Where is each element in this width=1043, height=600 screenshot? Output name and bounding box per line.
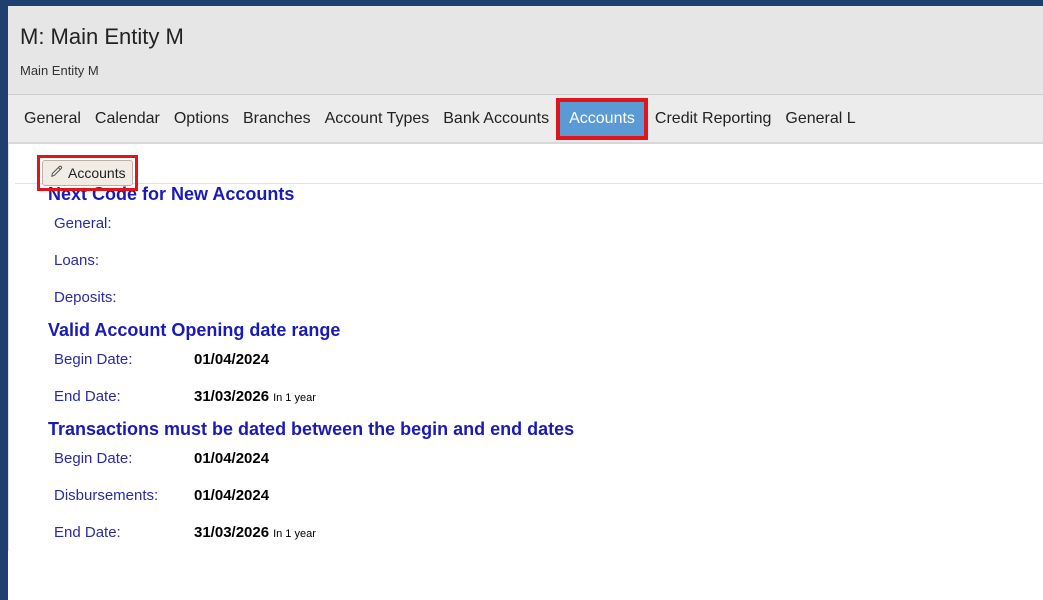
field-value: 01/04/2024 (194, 487, 270, 504)
opening-begin-row: Begin Date: 01/04/2024 (48, 341, 1043, 378)
next-code-row-deposits: Deposits: (48, 279, 1043, 316)
transactions-range-title: Transactions must be dated between the b… (48, 419, 575, 439)
field-label: Begin Date: (54, 450, 133, 467)
window-frame: M: Main Entity M Main Entity M General C… (0, 0, 1043, 600)
tab-options[interactable]: Options (167, 102, 236, 136)
tab-bank-accounts[interactable]: Bank Accounts (436, 102, 556, 136)
edit-button-label: Accounts (68, 165, 126, 181)
edit-accounts-button[interactable]: Accounts (42, 160, 133, 186)
field-label: Begin Date: (54, 351, 133, 368)
next-code-title: Next Code for New Accounts (48, 184, 295, 204)
transactions-end-row: End Date: 31/03/2026 In 1 year (48, 514, 1043, 551)
field-note: In 1 year (273, 528, 316, 540)
opening-range-title: Valid Account Opening date range (48, 320, 341, 340)
transactions-begin-row: Begin Date: 01/04/2024 (48, 440, 1043, 477)
page-title: M: Main Entity M (20, 24, 184, 49)
field-value: 31/03/2026 (194, 524, 270, 541)
transactions-disbursements-row: Disbursements: 01/04/2024 (48, 477, 1043, 514)
entity-header: M: Main Entity M Main Entity M (8, 6, 1043, 95)
tab-account-types[interactable]: Account Types (318, 102, 437, 136)
field-label: End Date: (54, 524, 121, 541)
next-code-row-loans: Loans: (48, 242, 1043, 279)
field-label: End Date: (54, 388, 121, 405)
tab-branches[interactable]: Branches (236, 102, 318, 136)
tab-general[interactable]: General (17, 102, 88, 136)
edit-button-highlight: Accounts (37, 155, 138, 191)
tab-accounts[interactable]: Accounts (556, 97, 648, 140)
field-label: General: (54, 215, 112, 232)
next-code-row-general: General: (48, 205, 1043, 242)
tab-credit-reporting[interactable]: Credit Reporting (648, 102, 779, 136)
tab-calendar[interactable]: Calendar (88, 102, 167, 136)
opening-end-row: End Date: 31/03/2026 In 1 year (48, 378, 1043, 415)
page-subtitle: Main Entity M (20, 63, 99, 78)
field-value: 01/04/2024 (194, 351, 270, 368)
tab-bar: General Calendar Options Branches Accoun… (8, 95, 1043, 144)
field-label: Deposits: (54, 289, 117, 306)
pencil-icon (49, 164, 64, 182)
field-note: In 1 year (273, 392, 316, 404)
accounts-panel: Accounts Next Code for New Accounts Gene… (8, 144, 1043, 551)
tab-general-ledger[interactable]: General L (778, 102, 862, 136)
next-code-section: Next Code for New Accounts General: Loan… (15, 184, 1043, 551)
toolbar: Accounts (15, 144, 1043, 191)
field-value: 01/04/2024 (194, 450, 270, 467)
field-label: Loans: (54, 252, 100, 269)
field-value: 31/03/2026 (194, 388, 270, 405)
field-label: Disbursements: (54, 487, 159, 504)
